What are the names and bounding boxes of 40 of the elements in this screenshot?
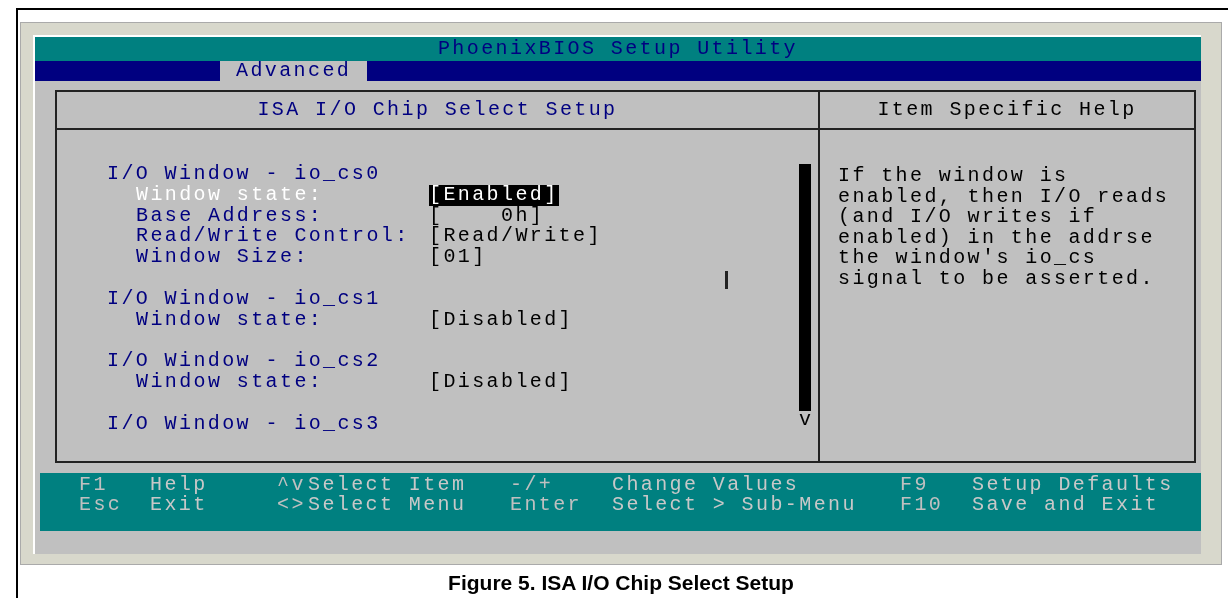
key-action: Save and Exit bbox=[972, 495, 1161, 515]
key-action: Select > Sub-Menu bbox=[612, 495, 858, 515]
setting-label[interactable]: Window Size: bbox=[136, 247, 429, 268]
key-label: <> bbox=[277, 495, 307, 515]
key-label: ^v bbox=[277, 475, 307, 495]
section-heading: I/O Window - io_cs2 bbox=[107, 351, 381, 372]
key-label: Esc bbox=[79, 495, 124, 515]
setting-value[interactable]: [Disabled] bbox=[429, 309, 574, 331]
key-label: Enter bbox=[510, 495, 583, 515]
key-action: Select Menu bbox=[308, 495, 468, 515]
setting-value[interactable]: [Read/Write] bbox=[429, 226, 602, 248]
scrollbar[interactable] bbox=[799, 164, 811, 411]
panel-title: Item Specific Help bbox=[877, 99, 1137, 121]
setting-value[interactable]: [ 0h] bbox=[429, 205, 545, 227]
setting-value[interactable]: [Disabled] bbox=[429, 371, 574, 393]
setting-label[interactable]: Window state: bbox=[136, 371, 429, 393]
setting-label[interactable]: Read/Write Control: bbox=[136, 226, 429, 248]
setting-value[interactable]: [Enabled] bbox=[429, 184, 559, 206]
section-heading: I/O Window - io_cs0 bbox=[107, 164, 381, 185]
panel-title: ISA I/O Chip Select Setup bbox=[257, 99, 618, 121]
key-action: Change Values bbox=[612, 475, 800, 495]
key-action: Help bbox=[150, 475, 209, 495]
key-action: Select Item bbox=[308, 475, 468, 495]
key-label: -/+ bbox=[510, 475, 555, 495]
scroll-down-arrow[interactable]: v bbox=[799, 411, 811, 429]
key-label: F10 bbox=[900, 495, 945, 515]
setting-label[interactable]: Window state: bbox=[136, 309, 429, 331]
key-label: F9 bbox=[900, 475, 930, 495]
window-title: PhoenixBIOS Setup Utility bbox=[437, 38, 799, 60]
text-cursor-icon bbox=[725, 271, 728, 289]
key-label: F1 bbox=[79, 475, 109, 495]
figure-caption: Figure 5. ISA I/O Chip Select Setup bbox=[448, 571, 794, 594]
setting-value[interactable]: [01] bbox=[429, 247, 487, 268]
menu-tab[interactable]: Advanced bbox=[220, 61, 368, 81]
section-heading: I/O Window - io_cs1 bbox=[107, 288, 381, 310]
key-action: Setup Defaults bbox=[972, 475, 1175, 495]
setting-label[interactable]: Base Address: bbox=[136, 205, 429, 227]
key-action: Exit bbox=[150, 495, 209, 515]
help-text: If the window is enabled, then I/O reads (and I/O writes if enabled) in the addrse the window's io_cs signal to be asserted. bbox=[837, 163, 1171, 292]
section-heading: I/O Window - io_cs3 bbox=[107, 413, 381, 435]
